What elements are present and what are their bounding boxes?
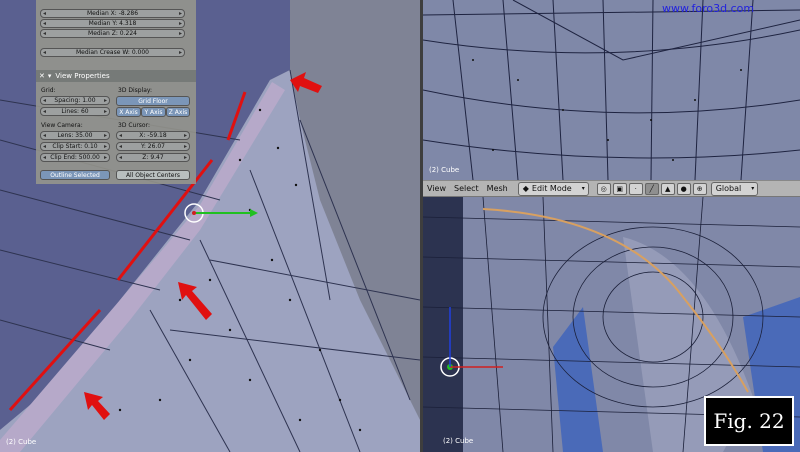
- pointer-icon[interactable]: ⊕: [692, 182, 707, 195]
- increment-arrow-icon[interactable]: ▸: [179, 10, 182, 18]
- collapse-triangle-icon[interactable]: ▾: [48, 72, 52, 80]
- increment-arrow-icon[interactable]: ▸: [179, 30, 182, 38]
- increment-arrow-icon[interactable]: ▸: [104, 154, 107, 162]
- view-properties-header[interactable]: ✕ ▾ View Properties: [36, 70, 196, 82]
- watermark-text: www.foro3d.com: [662, 2, 755, 15]
- decrement-arrow-icon[interactable]: ◂: [43, 49, 46, 57]
- chevron-down-icon: ▾: [581, 185, 585, 192]
- median-y-value: Median Y: 4.318: [88, 20, 137, 27]
- view-properties-title: View Properties: [55, 72, 110, 80]
- decrement-arrow-icon[interactable]: ◂: [119, 132, 122, 140]
- figure-caption: Fig. 22: [704, 396, 794, 446]
- decrement-arrow-icon[interactable]: ◂: [43, 143, 46, 151]
- grid-lines-value: Lines: 60: [61, 108, 89, 115]
- decrement-arrow-icon[interactable]: ◂: [43, 108, 46, 116]
- decrement-arrow-icon[interactable]: ◂: [43, 154, 46, 162]
- 3d-display-label: 3D Display:: [118, 87, 153, 94]
- properties-panel[interactable]: ◂ Median X: -8.286 ▸ ◂ Median Y: 4.318 ▸…: [36, 0, 196, 184]
- occlude-icon[interactable]: ▣: [612, 182, 627, 195]
- view-camera-label: View Camera:: [41, 122, 83, 129]
- decrement-arrow-icon[interactable]: ◂: [43, 10, 46, 18]
- blender-screen: (2) Cube ◂ Median X: -8.286 ▸ ◂ Median Y…: [0, 0, 800, 452]
- top-right-viewport-canvas[interactable]: [423, 0, 800, 180]
- grid-floor-toggle[interactable]: Grid Floor: [116, 96, 190, 106]
- y-axis-toggle[interactable]: Y Axis: [141, 107, 166, 117]
- lens-field[interactable]: ◂ Lens: 35.00 ▸: [40, 131, 110, 140]
- vertex-select-icon[interactable]: ·: [628, 182, 643, 195]
- grid-spacing-value: Spacing: 1.00: [54, 97, 96, 104]
- all-object-centers-toggle[interactable]: All Object Centers: [116, 170, 190, 180]
- grid-label: Grid:: [41, 87, 56, 94]
- close-icon[interactable]: ✕: [39, 72, 45, 80]
- orientation-selector[interactable]: Global ▾: [710, 181, 759, 196]
- increment-arrow-icon[interactable]: ▸: [184, 154, 187, 162]
- clip-end-value: Clip End: 500.00: [50, 154, 100, 161]
- median-crease-field[interactable]: ◂ Median Crease W: 0.000 ▸: [40, 48, 185, 57]
- x-axis-toggle[interactable]: X Axis: [116, 107, 141, 117]
- grid-lines-field[interactable]: ◂ Lines: 60 ▸: [40, 107, 110, 116]
- lens-value: Lens: 35.00: [57, 132, 93, 139]
- increment-arrow-icon[interactable]: ▸: [104, 143, 107, 151]
- edge-select-icon[interactable]: ╱: [644, 182, 659, 195]
- decrement-arrow-icon[interactable]: ◂: [119, 154, 122, 162]
- cursor-x-value: X: -59.18: [139, 132, 167, 139]
- increment-arrow-icon[interactable]: ▸: [184, 132, 187, 140]
- median-x-value: Median X: -8.286: [86, 10, 139, 17]
- top-right-3d-viewport[interactable]: (2) Cube: [423, 0, 800, 180]
- decrement-arrow-icon[interactable]: ◂: [43, 30, 46, 38]
- mesh-surface: [423, 0, 800, 180]
- clip-start-field[interactable]: ◂ Clip Start: 0.10 ▸: [40, 142, 110, 151]
- 3d-view-header: View Select Mesh ◆ Edit Mode ▾ ◎ ▣ · ╱ ▲…: [423, 180, 800, 197]
- mesh-menu[interactable]: Mesh: [487, 184, 508, 193]
- pivot-icon[interactable]: ◎: [596, 182, 611, 195]
- decrement-arrow-icon[interactable]: ◂: [43, 132, 46, 140]
- increment-arrow-icon[interactable]: ▸: [179, 20, 182, 28]
- decrement-arrow-icon[interactable]: ◂: [119, 143, 122, 151]
- z-axis-toggle[interactable]: Z Axis: [166, 107, 190, 117]
- decrement-arrow-icon[interactable]: ◂: [43, 97, 46, 105]
- increment-arrow-icon[interactable]: ▸: [179, 49, 182, 57]
- bottom-right-viewport-object-label: (2) Cube: [443, 437, 474, 445]
- orientation-selector-value: Global: [715, 184, 742, 193]
- cursor-x-field[interactable]: ◂ X: -59.18 ▸: [116, 131, 190, 140]
- cursor-z-field[interactable]: ◂ Z: 9.47 ▸: [116, 153, 190, 162]
- manipulator-icon[interactable]: ●: [676, 182, 691, 195]
- increment-arrow-icon[interactable]: ▸: [104, 108, 107, 116]
- mesh-dark-column: [423, 197, 463, 452]
- increment-arrow-icon[interactable]: ▸: [104, 97, 107, 105]
- median-crease-value: Median Crease W: 0.000: [75, 49, 150, 56]
- median-z-value: Median Z: 0.224: [88, 30, 137, 37]
- median-y-field[interactable]: ◂ Median Y: 4.318 ▸: [40, 19, 185, 28]
- median-x-field[interactable]: ◂ Median X: -8.286 ▸: [40, 9, 185, 18]
- mode-selector[interactable]: ◆ Edit Mode ▾: [517, 181, 589, 196]
- mode-selector-value: Edit Mode: [531, 184, 572, 193]
- chevron-down-icon: ▾: [751, 185, 755, 192]
- cursor-y-field[interactable]: ◂ Y: 26.07 ▸: [116, 142, 190, 151]
- left-viewport-object-label: (2) Cube: [6, 438, 37, 446]
- cursor-y-value: Y: 26.07: [141, 143, 165, 150]
- cursor-z-value: Z: 9.47: [142, 154, 164, 161]
- clip-start-value: Clip Start: 0.10: [52, 143, 98, 150]
- face-select-icon[interactable]: ▲: [660, 182, 675, 195]
- clip-end-field[interactable]: ◂ Clip End: 500.00 ▸: [40, 153, 110, 162]
- median-z-field[interactable]: ◂ Median Z: 0.224 ▸: [40, 29, 185, 38]
- select-menu[interactable]: Select: [454, 184, 479, 193]
- increment-arrow-icon[interactable]: ▸: [104, 132, 107, 140]
- increment-arrow-icon[interactable]: ▸: [184, 143, 187, 151]
- mode-icon: ◆: [522, 184, 529, 193]
- grid-spacing-field[interactable]: ◂ Spacing: 1.00 ▸: [40, 96, 110, 105]
- view-menu[interactable]: View: [427, 184, 446, 193]
- decrement-arrow-icon[interactable]: ◂: [43, 20, 46, 28]
- outline-selected-toggle[interactable]: Outline Selected: [40, 170, 110, 180]
- top-right-viewport-object-label: (2) Cube: [429, 166, 460, 174]
- 3d-cursor-label: 3D Cursor:: [118, 122, 150, 129]
